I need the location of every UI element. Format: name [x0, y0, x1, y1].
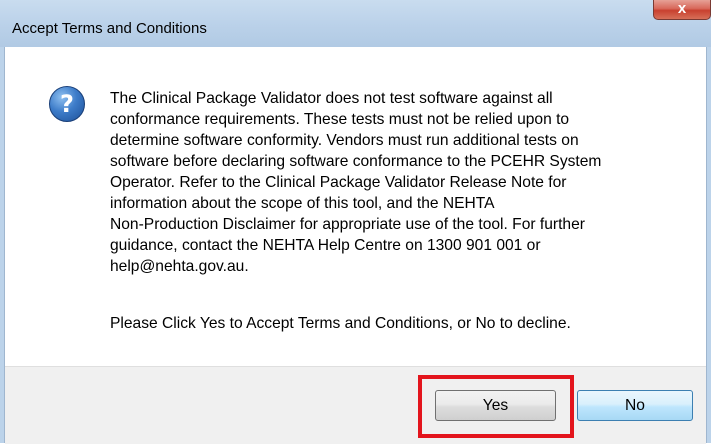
message-line: Non-Production Disclaimer for appropriat…: [110, 216, 585, 233]
no-button[interactable]: No: [577, 390, 693, 421]
window-title: Accept Terms and Conditions: [12, 20, 207, 37]
yes-highlight-annotation: [418, 375, 574, 438]
message-line: software before declaring software confo…: [110, 153, 602, 170]
title-bar[interactable]: Accept Terms and Conditions: [0, 0, 711, 47]
question-icon: ?: [49, 86, 85, 122]
close-icon: x: [677, 0, 687, 17]
message-line: The Clinical Package Validator does not …: [110, 90, 553, 107]
message-line: conformance requirements. These tests mu…: [110, 111, 570, 128]
message-line: determine software conformity. Vendors m…: [110, 132, 579, 149]
close-button[interactable]: x: [653, 0, 711, 20]
dialog-window: Accept Terms and Conditions x ? The Clin…: [0, 0, 711, 444]
message-line: help@nehta.gov.au.: [110, 258, 249, 275]
message-line: Operator. Refer to the Clinical Package …: [110, 174, 567, 191]
accept-prompt: Please Click Yes to Accept Terms and Con…: [110, 315, 571, 332]
terms-message: The Clinical Package Validator does not …: [110, 88, 670, 277]
message-line: information about the scope of this tool…: [110, 195, 495, 212]
message-line: guidance, contact the NEHTA Help Centre …: [110, 237, 541, 254]
